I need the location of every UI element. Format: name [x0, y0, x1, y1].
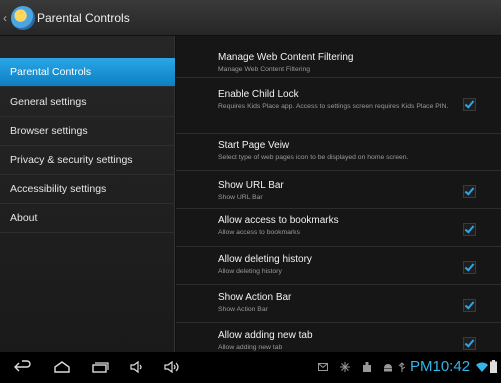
show-action-bar-checkbox[interactable] — [463, 299, 476, 312]
clock: PM10:42 — [410, 358, 471, 375]
back-icon[interactable] — [14, 360, 32, 374]
settings-sidebar: Parental Controls General settings Brows… — [0, 36, 175, 352]
child-lock-checkbox[interactable] — [463, 98, 476, 111]
pref-manage-web-content-filtering[interactable]: Manage Web Content Filtering Manage Web … — [176, 36, 501, 78]
gmail-icon — [318, 363, 328, 371]
wifi-icon — [476, 362, 488, 372]
show-url-bar-checkbox[interactable] — [463, 185, 476, 198]
up-caret-icon[interactable]: ‹ — [3, 11, 7, 25]
pref-start-page-view[interactable]: Start Page Veiw Select type of web pages… — [176, 134, 501, 171]
allow-adding-new-tab-checkbox[interactable] — [463, 337, 476, 350]
usb-debug-icon — [340, 362, 350, 372]
pref-allow-deleting-history[interactable]: Allow deleting history Allow deleting hi… — [176, 247, 501, 285]
android-icon — [384, 364, 392, 372]
pref-show-action-bar[interactable]: Show Action Bar Show Action Bar — [176, 285, 501, 323]
download-icon — [363, 362, 371, 372]
pref-summary: Requires Kids Place app. Access to setti… — [218, 103, 449, 110]
recent-apps-icon[interactable] — [91, 360, 109, 374]
sidebar-item-about[interactable]: About — [0, 204, 175, 233]
pref-summary: Allow access to bookmarks — [218, 229, 300, 236]
home-icon[interactable] — [53, 360, 71, 374]
pref-allow-adding-new-tab[interactable]: Allow adding new tab Allow adding new ta… — [176, 323, 501, 352]
pref-title: Show URL Bar — [218, 180, 284, 191]
allow-deleting-history-checkbox[interactable] — [463, 261, 476, 274]
battery-icon — [490, 360, 497, 373]
sidebar-item-label: Parental Controls — [10, 66, 92, 78]
pref-summary: Show Action Bar — [218, 306, 268, 313]
pref-title: Manage Web Content Filtering — [218, 52, 354, 63]
volume-up-icon[interactable] — [163, 360, 181, 374]
pref-title: Show Action Bar — [218, 292, 292, 303]
page-title: Parental Controls — [37, 11, 130, 25]
pref-summary: Show URL Bar — [218, 194, 263, 201]
pref-summary: Allow deleting history — [218, 268, 282, 275]
allow-bookmarks-checkbox[interactable] — [463, 223, 476, 236]
app-icon[interactable] — [11, 6, 35, 30]
pref-title: Allow adding new tab — [218, 330, 313, 341]
pref-summary: Allow adding new tab — [218, 344, 283, 351]
pref-title: Enable Child Lock — [218, 89, 299, 100]
sidebar-item-browser-settings[interactable]: Browser settings — [0, 117, 175, 146]
sidebar-item-accessibility[interactable]: Accessibility settings — [0, 175, 175, 204]
pref-summary: Manage Web Content Filtering — [218, 66, 311, 73]
pref-show-url-bar[interactable]: Show URL Bar Show URL Bar — [176, 171, 501, 209]
sidebar-item-privacy-security[interactable]: Privacy & security settings — [0, 146, 175, 175]
usb-icon — [398, 362, 406, 372]
pref-title: Start Page Veiw — [218, 140, 290, 151]
sidebar-item-parental-controls[interactable]: Parental Controls — [0, 58, 175, 87]
action-bar: ‹ Parental Controls — [0, 0, 501, 36]
sidebar-item-label: Privacy & security settings — [10, 154, 133, 166]
sidebar-item-label: Accessibility settings — [10, 183, 107, 195]
pref-allow-bookmarks[interactable]: Allow access to bookmarks Allow access t… — [176, 209, 501, 247]
pref-summary: Select type of web pages icon to be disp… — [218, 154, 409, 161]
pref-title: Allow access to bookmarks — [218, 215, 339, 226]
pref-enable-child-lock[interactable]: Enable Child Lock Requires Kids Place ap… — [176, 78, 501, 134]
volume-down-icon[interactable] — [129, 360, 147, 374]
sidebar-item-label: General settings — [10, 96, 87, 108]
system-bar: PM10:42 — [0, 352, 501, 383]
sidebar-item-label: Browser settings — [10, 125, 88, 137]
pref-title: Allow deleting history — [218, 254, 312, 265]
sidebar-item-general-settings[interactable]: General settings — [0, 88, 175, 117]
sidebar-item-label: About — [10, 212, 38, 224]
preference-list: Manage Web Content Filtering Manage Web … — [176, 36, 501, 352]
